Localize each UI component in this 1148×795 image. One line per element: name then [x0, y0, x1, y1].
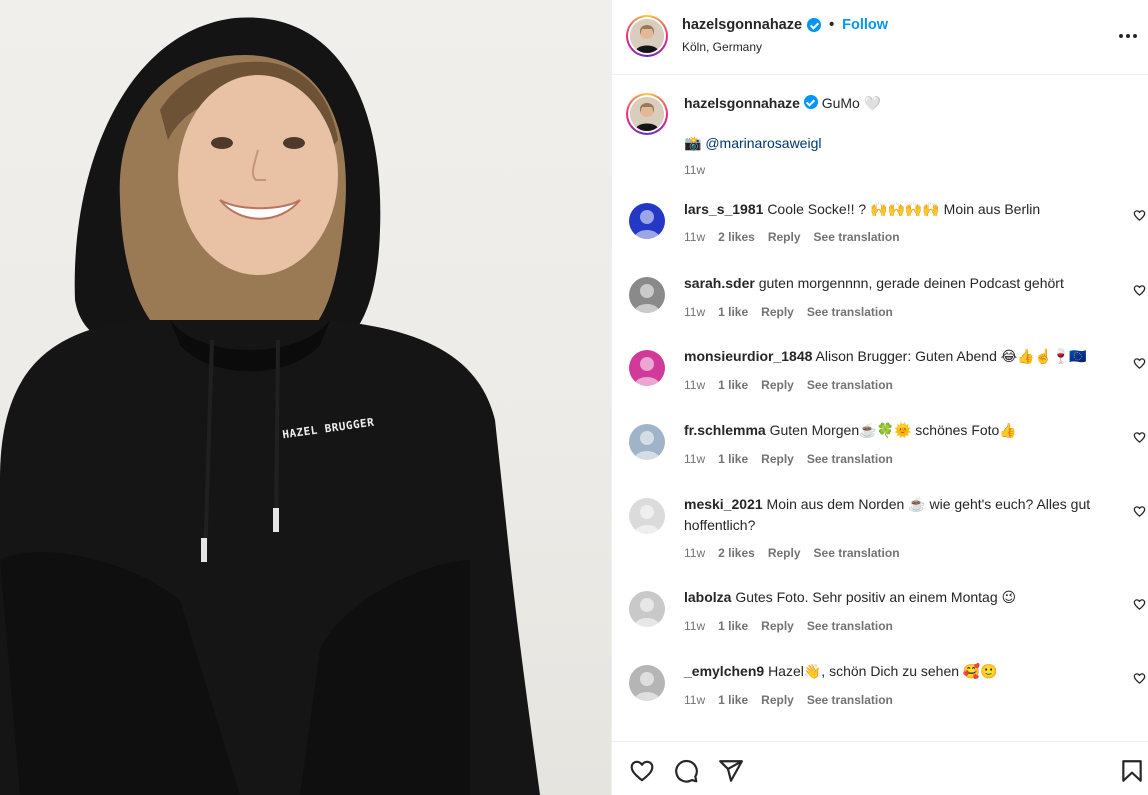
commenter-username[interactable]: monsieurdior_1848	[684, 348, 812, 364]
comment-reply-button[interactable]: Reply	[761, 378, 794, 392]
comment-time[interactable]: 11w	[684, 619, 705, 633]
commenter-avatar[interactable]	[629, 277, 665, 313]
verified-badge-icon	[807, 18, 822, 32]
comment-text: Gutes Foto. Sehr positiv an einem Montag…	[735, 589, 1017, 605]
comment-likes[interactable]: 2 likes	[718, 546, 755, 560]
more-options-icon[interactable]	[1117, 26, 1139, 46]
commenter-avatar[interactable]	[629, 591, 665, 627]
commenter-username[interactable]: sarah.sder	[684, 275, 755, 291]
comment-like-heart-icon[interactable]	[1133, 672, 1146, 685]
separator-dot: •	[829, 17, 835, 33]
commenter-avatar[interactable]	[629, 498, 665, 534]
author-username[interactable]: hazelsgonnahaze	[682, 17, 802, 33]
author-avatar[interactable]	[626, 15, 668, 57]
comment-likes[interactable]: 1 like	[718, 619, 748, 633]
comment-likes[interactable]: 1 like	[718, 452, 748, 466]
comment-like-heart-icon[interactable]	[1133, 284, 1146, 297]
caption-username[interactable]: hazelsgonnahaze	[684, 95, 800, 111]
verified-badge-icon	[803, 95, 818, 109]
commenter-username[interactable]: _emylchen9	[684, 663, 764, 679]
comment-like-heart-icon[interactable]	[1133, 357, 1146, 370]
caption-time[interactable]: 11w	[684, 163, 705, 177]
comment-likes[interactable]: 2 likes	[718, 230, 755, 244]
comment-like-heart-icon[interactable]	[1133, 431, 1146, 444]
comment-time[interactable]: 11w	[684, 546, 705, 560]
comment-text: Hazel👋, schön Dich zu sehen 🥰🙂	[768, 663, 998, 679]
bookmark-icon[interactable]	[1119, 758, 1145, 784]
commenter-avatar[interactable]	[629, 665, 665, 701]
caption-camera-emoji: 📸	[684, 135, 702, 151]
post-side-panel: hazelsgonnahaze • Follow Köln, Germany h…	[611, 0, 1148, 795]
follow-button[interactable]: Follow	[842, 17, 888, 33]
commenter-avatar[interactable]	[629, 203, 665, 239]
comment-reply-button[interactable]: Reply	[761, 693, 794, 707]
comment-text: Coole Socke!! ? 🙌🙌🙌🙌 Moin aus Berlin	[767, 201, 1041, 217]
comment-text: Guten Morgen☕️🍀🌞 schönes Foto👍	[769, 422, 1017, 438]
comment-reply-button[interactable]: Reply	[761, 305, 794, 319]
comment-reply-button[interactable]: Reply	[768, 230, 801, 244]
comment-translate-button[interactable]: See translation	[807, 378, 893, 392]
comment-translate-button[interactable]: See translation	[814, 230, 900, 244]
comment-like-heart-icon[interactable]	[1133, 209, 1146, 222]
post-actions-bar	[612, 741, 1148, 795]
comment-translate-button[interactable]: See translation	[807, 619, 893, 633]
comment-likes[interactable]: 1 like	[718, 378, 748, 392]
comment-time[interactable]: 11w	[684, 230, 705, 244]
commenter-username[interactable]: labolza	[684, 589, 731, 605]
comment-text: Alison Brugger: Guten Abend 😂👍☝️🍷🇪🇺	[815, 348, 1087, 364]
comment-like-heart-icon[interactable]	[1133, 598, 1146, 611]
comment-reply-button[interactable]: Reply	[761, 452, 794, 466]
comment-translate-button[interactable]: See translation	[807, 693, 893, 707]
commenter-username[interactable]: fr.schlemma	[684, 422, 766, 438]
comment-text: guten morgennnn, gerade deinen Podcast g…	[758, 275, 1064, 291]
heart-icon[interactable]	[629, 758, 655, 784]
comment-likes[interactable]: 1 like	[718, 693, 748, 707]
comment-time[interactable]: 11w	[684, 452, 705, 466]
comments-list[interactable]: hazelsgonnahaze GuMo 🤍 📸 @marinarosaweig…	[612, 75, 1148, 741]
comment-time[interactable]: 11w	[684, 305, 705, 319]
caption-mention-link[interactable]: @marinarosaweigl	[705, 135, 821, 151]
commenter-username[interactable]: lars_s_1981	[684, 201, 763, 217]
caption-author-avatar[interactable]	[626, 93, 668, 135]
comment-reply-button[interactable]: Reply	[768, 546, 801, 560]
comment-translate-button[interactable]: See translation	[814, 546, 900, 560]
comment-translate-button[interactable]: See translation	[807, 452, 893, 466]
caption-text: GuMo 🤍	[821, 95, 882, 111]
comment-likes[interactable]: 1 like	[718, 305, 748, 319]
post-location[interactable]: Köln, Germany	[682, 40, 762, 54]
comment-icon[interactable]	[673, 758, 699, 784]
commenter-avatar[interactable]	[629, 350, 665, 386]
comment-translate-button[interactable]: See translation	[807, 305, 893, 319]
comment-time[interactable]: 11w	[684, 378, 705, 392]
comment-time[interactable]: 11w	[684, 693, 705, 707]
photo-illustration	[0, 17, 540, 795]
commenter-avatar[interactable]	[629, 424, 665, 460]
share-icon[interactable]	[718, 758, 744, 784]
comment-reply-button[interactable]: Reply	[761, 619, 794, 633]
post-photo[interactable]: HAZEL BRUGGER	[0, 0, 611, 795]
commenter-username[interactable]: meski_2021	[684, 496, 763, 512]
post-header: hazelsgonnahaze • Follow Köln, Germany	[612, 0, 1148, 75]
comment-like-heart-icon[interactable]	[1133, 505, 1146, 518]
